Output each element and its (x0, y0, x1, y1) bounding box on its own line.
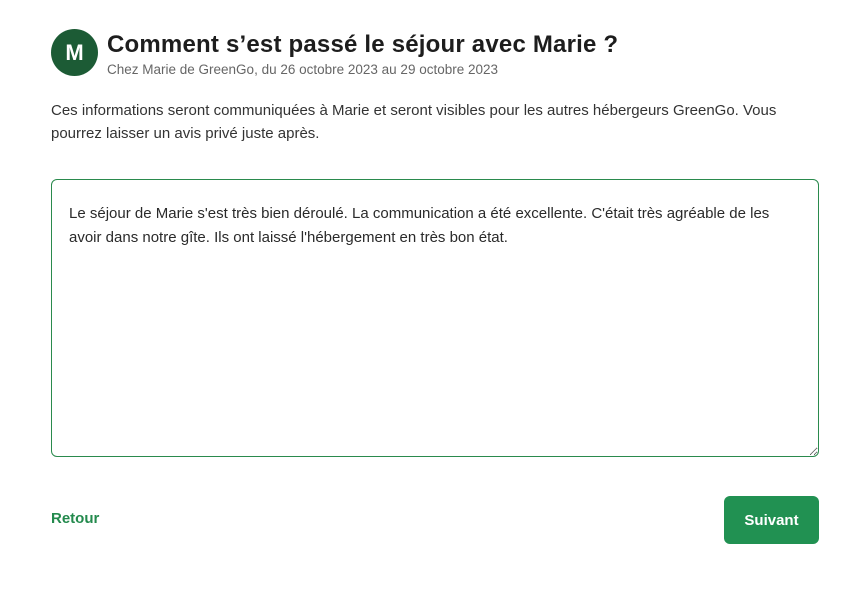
next-button[interactable]: Suivant (724, 496, 819, 544)
review-page: M Comment s’est passé le séjour avec Mar… (0, 0, 862, 595)
stay-details: Chez Marie de GreenGo, du 26 octobre 202… (107, 62, 499, 77)
page-title: Comment s’est passé le séjour avec Marie… (107, 31, 619, 58)
info-text: Ces informations seront communiquées à M… (51, 102, 777, 142)
avatar-initial: M (65, 39, 84, 65)
review-textarea[interactable]: Le séjour de Marie s'est très bien dérou… (51, 179, 819, 457)
review-field-wrapper: Le séjour de Marie s'est très bien dérou… (51, 179, 819, 457)
back-link[interactable]: Retour (51, 509, 99, 529)
review-header: M Comment s’est passé le séjour avec Mar… (51, 29, 618, 78)
header-text: Comment s’est passé le séjour avec Marie… (107, 29, 618, 78)
avatar: M (51, 29, 98, 76)
